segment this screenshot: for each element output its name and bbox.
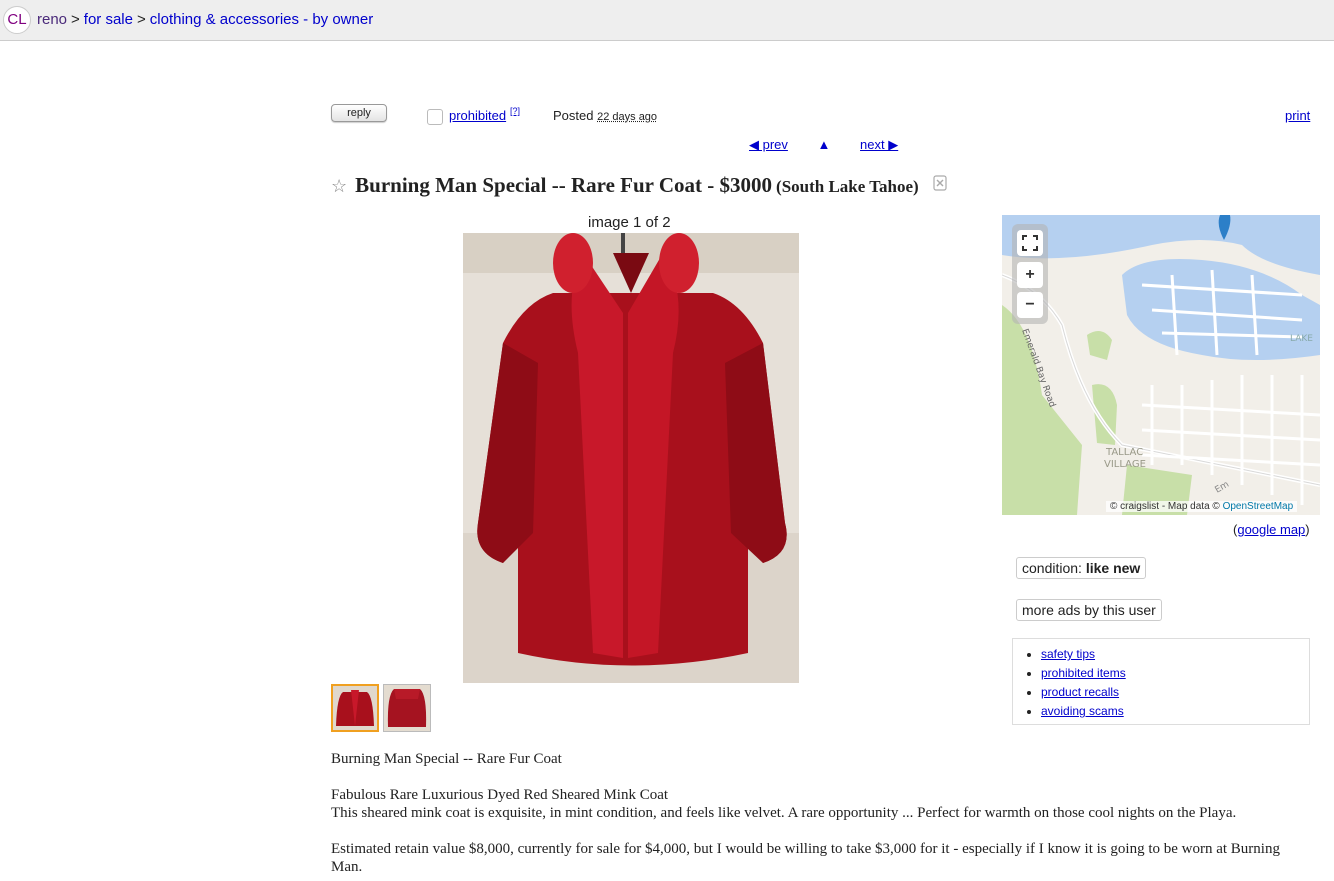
posting-body: Burning Man Special -- Rare Fur Coat Fab…	[331, 750, 1311, 876]
list-item: safety tips	[1041, 645, 1309, 664]
body-line: Estimated retain value $8,000, currently…	[331, 841, 1280, 875]
reply-button[interactable]: reply	[331, 104, 387, 122]
google-map-wrapper: (google map)	[1233, 522, 1310, 537]
map-label-lake: LAKE	[1290, 334, 1313, 344]
prev-link[interactable]: ◀ prev	[749, 137, 788, 152]
prohibited-items-link[interactable]: prohibited items	[1041, 666, 1126, 680]
body-spacer	[331, 768, 1311, 786]
breadcrumb-area[interactable]: reno	[37, 11, 67, 28]
main-image[interactable]	[463, 233, 799, 683]
list-item: prohibited items	[1041, 664, 1309, 683]
google-map-link[interactable]: google map	[1237, 522, 1305, 537]
thumbnail-2[interactable]	[383, 684, 431, 732]
condition-value: like new	[1085, 560, 1141, 576]
safety-tips-link[interactable]: safety tips	[1041, 647, 1095, 661]
craigslist-logo[interactable]: CL	[3, 6, 31, 34]
map-label-village-2: VILLAGE	[1104, 459, 1146, 470]
body-line: Burning Man Special -- Rare Fur Coat	[331, 751, 562, 767]
post-navigation: ◀ prev ▲ next ▶	[749, 137, 898, 153]
breadcrumb-separator: >	[137, 11, 146, 28]
map-label-village-1: TALLAC	[1105, 447, 1143, 458]
breadcrumb: reno > for sale > clothing & accessories - b…	[37, 11, 373, 28]
list-item: avoiding scams	[1041, 702, 1309, 721]
favorite-star-icon[interactable]: ☆	[331, 176, 347, 196]
image-counter: image 1 of 2	[588, 214, 671, 231]
thumbnail-1[interactable]	[331, 684, 379, 732]
breadcrumb-separator: >	[71, 11, 80, 28]
paren-close: )	[1305, 522, 1310, 537]
body-line: Fabulous Rare Luxurious Dyed Red Sheared…	[331, 787, 669, 803]
top-bar: CL reno > for sale > clothing & accessories …	[0, 0, 1334, 41]
breadcrumb-category[interactable]: clothing & accessories - by owner	[150, 11, 373, 28]
posting-location: (South Lake Tahoe)	[776, 177, 919, 196]
product-recalls-link[interactable]: product recalls	[1041, 685, 1119, 699]
avoiding-scams-link[interactable]: avoiding scams	[1041, 704, 1124, 718]
print-link[interactable]: print	[1285, 108, 1310, 123]
zoom-in-button[interactable]: +	[1017, 262, 1043, 288]
up-link[interactable]: ▲	[818, 137, 831, 152]
posted-date: Posted 22 days ago	[553, 108, 657, 123]
map-attribution-text: © craigslist - Map data ©	[1110, 501, 1220, 512]
posting-title: ☆ Burning Man Special -- Rare Fur Coat -…	[331, 173, 947, 198]
posted-label: Posted	[553, 108, 594, 123]
posted-ago: 22 days ago	[597, 111, 658, 123]
body-spacer	[331, 822, 1311, 840]
next-link[interactable]: next ▶	[860, 137, 898, 152]
fullscreen-icon[interactable]	[1017, 230, 1043, 256]
map-controls: + −	[1012, 224, 1048, 324]
condition-attribute: condition: like new	[1016, 557, 1147, 579]
safety-links-box: safety tips prohibited items product rec…	[1012, 638, 1310, 725]
hide-posting-icon[interactable]	[933, 175, 947, 196]
flag-prohibited-link[interactable]: prohibited	[449, 108, 506, 123]
condition-label: condition:	[1022, 560, 1082, 576]
location-map[interactable]: LAKE Emerald Bay Road TALLAC VILLAGE Em	[1002, 215, 1320, 515]
openstreetmap-link[interactable]: OpenStreetMap	[1223, 501, 1294, 512]
body-line: This sheared mink coat is exquisite, in …	[331, 805, 1237, 821]
list-item: product recalls	[1041, 683, 1309, 702]
flag-help-link[interactable]: [?]	[510, 106, 520, 116]
flag-checkbox[interactable]	[427, 109, 443, 125]
posting-title-text: Burning Man Special -- Rare Fur Coat - $…	[355, 173, 773, 197]
breadcrumb-for-sale[interactable]: for sale	[84, 11, 133, 28]
zoom-out-button[interactable]: −	[1017, 292, 1043, 318]
more-ads-button[interactable]: more ads by this user	[1016, 599, 1162, 621]
map-attribution: © craigslist - Map data © OpenStreetMap	[1106, 501, 1298, 512]
